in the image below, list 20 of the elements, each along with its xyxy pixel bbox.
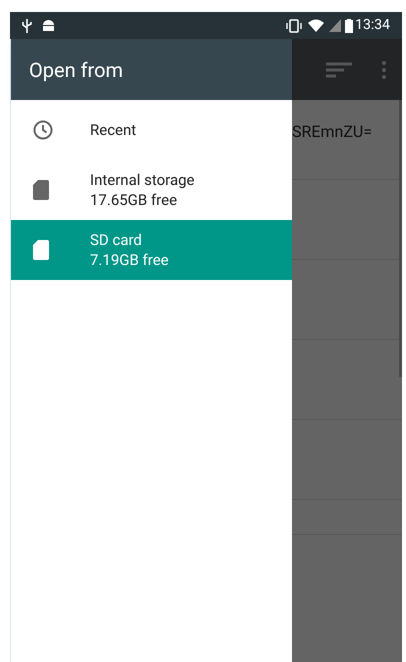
android-icon <box>42 19 55 32</box>
signal-icon <box>329 19 342 32</box>
clock-icon <box>33 120 53 140</box>
more-icon <box>382 60 386 78</box>
usb-icon <box>22 18 32 32</box>
vibrate-icon <box>285 18 304 32</box>
drawer-item-title: SD card <box>90 230 143 250</box>
sd-card-icon <box>33 240 49 260</box>
drawer-item-subtitle: 17.65GB free <box>90 190 178 210</box>
sd-card-icon <box>33 180 49 200</box>
drawer-item[interactable]: SD card 7.19GB free <box>11 220 292 280</box>
drawer-item-title: Internal storage <box>90 170 195 190</box>
wifi-icon <box>308 19 324 32</box>
drawer-item-subtitle: 7.19GB free <box>90 250 169 270</box>
sort-icon <box>326 62 352 78</box>
battery-icon <box>345 18 354 32</box>
drawer-title: Open from <box>29 56 124 84</box>
list-item-text: SREmnZU= <box>292 121 372 143</box>
drawer-item-title: Recent <box>90 120 136 140</box>
status-time: 13:34 <box>355 16 390 35</box>
